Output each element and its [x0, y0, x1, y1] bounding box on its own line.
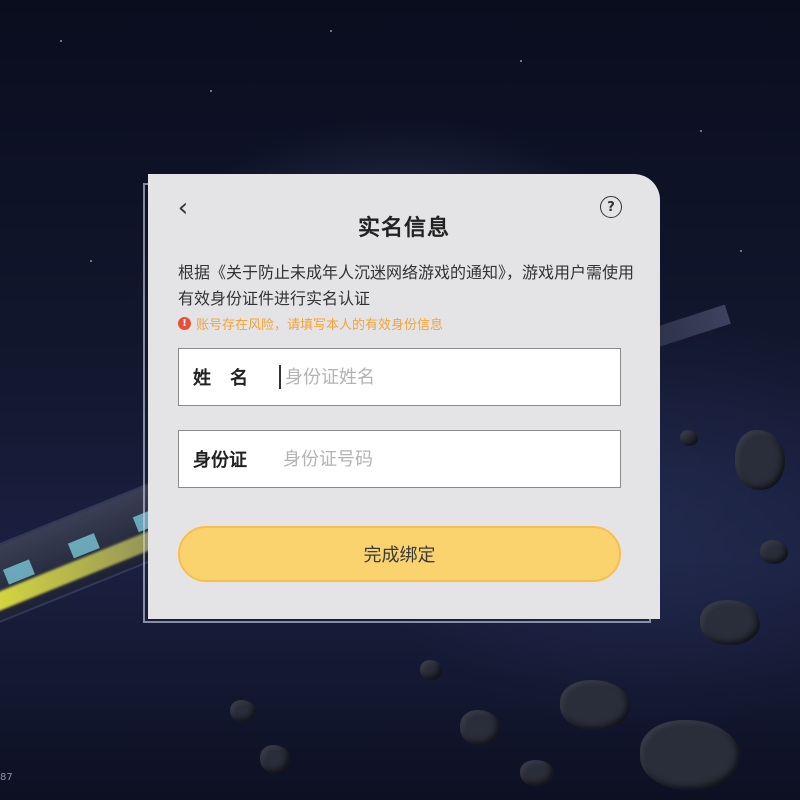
asteroid: [230, 700, 256, 722]
complete-binding-button[interactable]: 完成绑定: [178, 526, 621, 582]
real-name-dialog: ‹ 实名信息 ? 根据《关于防止未成年人沉迷网络游戏的通知》，游戏用户需使用有效…: [148, 174, 660, 619]
asteroid: [420, 660, 442, 680]
asteroid: [560, 680, 630, 730]
help-icon[interactable]: ?: [600, 196, 622, 218]
star: [60, 40, 62, 42]
star: [520, 60, 522, 62]
asteroid: [260, 745, 290, 773]
id-number-label: 身份证: [193, 450, 247, 471]
warning-text: 账号存在风险，请填写本人的有效身份信息: [196, 318, 444, 333]
asteroid: [640, 720, 740, 790]
dialog-title: 实名信息: [357, 216, 450, 241]
asteroid: [700, 600, 760, 645]
notice-text: 根据《关于防止未成年人沉迷网络游戏的通知》，游戏用户需使用有效身份证件进行实名认…: [178, 263, 635, 308]
id-number-input[interactable]: [269, 431, 620, 487]
asteroid: [520, 760, 554, 786]
star: [90, 260, 92, 262]
asteroid: [680, 430, 698, 446]
star: [210, 90, 212, 92]
version-text: 87: [0, 772, 13, 783]
warning-message: ! 账号存在风险，请填写本人的有效身份信息: [178, 314, 443, 333]
asteroid: [460, 710, 500, 745]
name-label: 姓名: [193, 368, 267, 389]
asteroid: [735, 430, 785, 490]
id-number-field[interactable]: 身份证: [178, 430, 621, 488]
warning-icon: !: [178, 317, 191, 330]
star: [700, 130, 702, 132]
star: [740, 250, 742, 252]
star: [330, 30, 332, 32]
name-field[interactable]: 姓名: [178, 348, 621, 406]
name-input[interactable]: [279, 365, 620, 389]
asteroid: [760, 540, 788, 564]
